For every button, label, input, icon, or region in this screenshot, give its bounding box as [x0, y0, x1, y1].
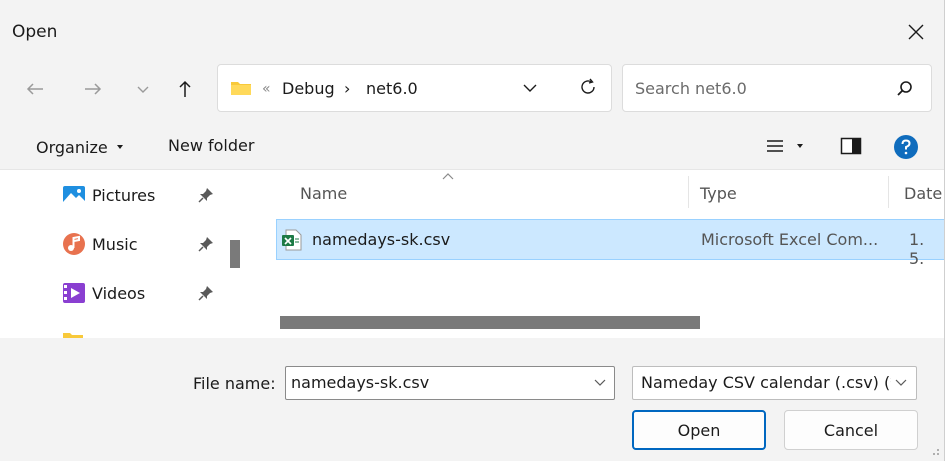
resize-grip-icon[interactable] — [930, 448, 940, 458]
recent-locations-button[interactable] — [128, 72, 158, 106]
breadcrumb-separator: › — [344, 79, 351, 98]
close-icon — [908, 24, 924, 40]
preview-pane-icon — [840, 137, 862, 155]
nav-pane-scrollbar[interactable] — [230, 240, 240, 268]
videos-icon — [63, 283, 85, 303]
column-divider[interactable] — [888, 176, 889, 208]
back-button[interactable] — [20, 72, 50, 106]
caret-down-icon — [797, 144, 803, 148]
search-box[interactable]: Search net6.0 — [622, 64, 932, 112]
column-header-name[interactable]: Name — [300, 184, 347, 203]
music-icon — [63, 233, 85, 255]
refresh-icon — [581, 78, 595, 94]
arrow-left-icon — [26, 83, 43, 95]
folder-icon — [63, 333, 83, 338]
window-title: Open — [12, 22, 58, 42]
command-bar: Organize New folder — [0, 124, 944, 170]
sort-ascending-icon — [442, 173, 454, 180]
list-view-icon — [767, 140, 783, 152]
organize-label: Organize — [36, 137, 108, 157]
excel-file-icon — [282, 229, 302, 251]
file-type: Microsoft Excel Com... — [701, 230, 879, 249]
address-history-button[interactable] — [522, 81, 538, 95]
close-button[interactable] — [893, 12, 939, 52]
dialog-footer: File name: namedays-sk.csv Nameday CSV c… — [0, 338, 944, 461]
pin-icon[interactable] — [198, 187, 214, 203]
chevron-down-icon — [895, 379, 907, 386]
organize-button[interactable]: Organize — [36, 124, 124, 170]
caret-down-icon — [116, 145, 123, 149]
file-list: Name Type Date namedays-sk.csv Microsoft… — [248, 170, 944, 338]
view-menu-button[interactable] — [766, 138, 804, 154]
chevron-down-icon[interactable] — [594, 379, 606, 387]
file-name: namedays-sk.csv — [312, 230, 451, 249]
nav-item-label: Pictures — [92, 185, 156, 205]
breadcrumb-net6[interactable]: net6.0 — [366, 79, 418, 98]
nav-item-label: Music — [92, 234, 138, 254]
arrow-up-icon — [179, 80, 191, 97]
pin-icon[interactable] — [198, 285, 214, 301]
nav-item-music[interactable]: Music — [62, 226, 138, 262]
up-button[interactable] — [170, 72, 200, 106]
pin-icon[interactable] — [198, 236, 214, 252]
chevron-down-icon — [523, 84, 537, 92]
nav-item-pictures[interactable]: Pictures — [62, 177, 155, 213]
address-bar[interactable]: « Debug › net6.0 — [217, 64, 612, 112]
search-icon — [897, 81, 912, 96]
refresh-button[interactable] — [578, 77, 598, 97]
open-button[interactable]: Open — [632, 410, 766, 450]
breadcrumb-overflow[interactable]: « — [262, 81, 271, 97]
column-header-date[interactable]: Date — [904, 184, 942, 203]
arrow-right-icon — [85, 83, 102, 95]
folder-icon — [231, 82, 251, 95]
breadcrumb-debug[interactable]: Debug — [282, 79, 335, 98]
help-button[interactable] — [893, 134, 919, 160]
nav-item-label: Videos — [92, 283, 146, 303]
title-bar: Open — [0, 0, 944, 62]
search-button[interactable] — [895, 79, 915, 99]
file-row[interactable]: namedays-sk.csv Microsoft Excel Com... 1… — [276, 219, 944, 268]
file-type-filter[interactable]: Nameday CSV calendar (.csv) (*. — [632, 366, 917, 400]
file-name-label: File name: — [193, 374, 276, 393]
column-divider[interactable] — [688, 176, 689, 208]
cancel-button[interactable]: Cancel — [784, 410, 918, 450]
help-icon — [894, 135, 918, 159]
forward-button[interactable] — [78, 72, 108, 106]
new-folder-button[interactable]: New folder — [168, 136, 254, 155]
horizontal-scrollbar[interactable] — [280, 316, 700, 329]
file-name-combobox[interactable]: namedays-sk.csv — [285, 366, 615, 400]
chevron-down-icon — [137, 86, 149, 93]
nav-item-videos[interactable]: Videos — [62, 275, 145, 311]
file-date: 1. 5. — [909, 230, 925, 268]
open-file-dialog: Open « Debug › net6.0 Search net6.0 Orga… — [0, 0, 945, 461]
preview-pane-button[interactable] — [840, 136, 862, 156]
file-name-input[interactable]: namedays-sk.csv — [291, 373, 429, 392]
column-header-type[interactable]: Type — [700, 184, 737, 203]
pictures-icon — [63, 186, 85, 204]
navigation-pane: Pictures Music Videos — [0, 170, 248, 338]
file-type-filter-value: Nameday CSV calendar (.csv) (*. — [641, 373, 891, 392]
search-input[interactable]: Search net6.0 — [635, 79, 747, 98]
